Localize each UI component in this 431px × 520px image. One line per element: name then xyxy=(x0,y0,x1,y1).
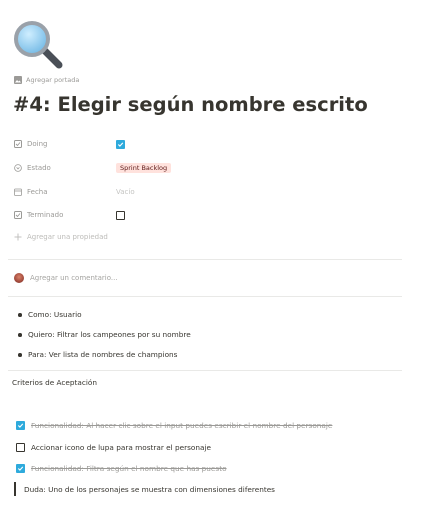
checkmark-icon xyxy=(17,423,24,428)
image-icon xyxy=(14,76,22,84)
property-name[interactable]: Fecha xyxy=(14,188,116,196)
add-property-button[interactable]: Agregar una propiedad xyxy=(14,233,108,241)
property-fecha: Fecha Vacío xyxy=(14,185,135,199)
bullet-list: Como: Usuario Quiero: Filtrar los campeo… xyxy=(16,308,191,368)
divider xyxy=(8,296,402,297)
quote-block[interactable]: Duda: Uno de los personajes se muestra c… xyxy=(14,482,275,496)
add-cover-button[interactable]: Agregar portada xyxy=(14,76,79,84)
quote-text: Duda: Uno de los personajes se muestra c… xyxy=(24,484,275,494)
todo-text: Funcionalidad: Al hacer clic sobre el in… xyxy=(31,420,333,430)
criteria-heading[interactable]: Criterios de Aceptación xyxy=(12,378,97,387)
todo-text: Accionar icono de lupa para mostrar el p… xyxy=(31,442,211,452)
doing-checkbox[interactable] xyxy=(116,139,125,149)
page-title[interactable]: #4: Elegir según nombre escrito xyxy=(13,93,368,116)
todo-checkbox[interactable] xyxy=(16,420,25,430)
checkmark-icon xyxy=(117,142,124,147)
checkbox-property-icon xyxy=(14,211,22,219)
checkmark-icon xyxy=(17,466,24,471)
terminado-checkbox[interactable] xyxy=(116,210,125,220)
todo-checkbox[interactable] xyxy=(16,442,25,452)
quote-bar xyxy=(14,482,16,496)
magnifying-glass-icon[interactable] xyxy=(12,20,66,70)
select-property-icon xyxy=(14,164,22,172)
todo-text: Funcionalidad: Filtra según el nombre qu… xyxy=(31,463,227,473)
property-name[interactable]: Doing xyxy=(14,140,116,148)
divider xyxy=(8,370,402,371)
list-item[interactable]: Quiero: Filtrar los campeones por su nom… xyxy=(16,328,191,348)
list-item[interactable]: Como: Usuario xyxy=(16,308,191,328)
list-item[interactable]: Para: Ver lista de nombres de champions xyxy=(16,348,191,368)
property-estado: Estado Sprint Backlog xyxy=(14,161,172,175)
add-cover-label: Agregar portada xyxy=(26,76,80,84)
notion-page: Agregar portada #4: Elegir según nombre … xyxy=(0,0,431,520)
plus-icon xyxy=(14,233,22,241)
todo-item[interactable]: Accionar icono de lupa para mostrar el p… xyxy=(16,440,211,454)
comment-placeholder: Agregar un comentario... xyxy=(30,274,118,282)
property-terminado: Terminado xyxy=(14,208,125,222)
property-name[interactable]: Terminado xyxy=(14,211,116,219)
date-value[interactable]: Vacío xyxy=(116,188,135,196)
property-name[interactable]: Estado xyxy=(14,164,116,172)
status-tag[interactable]: Sprint Backlog xyxy=(116,163,172,173)
calendar-icon xyxy=(14,188,22,196)
avatar xyxy=(14,273,24,283)
checkbox-property-icon xyxy=(14,140,22,148)
property-doing: Doing xyxy=(14,137,125,151)
todo-item[interactable]: Funcionalidad: Al hacer clic sobre el in… xyxy=(16,418,332,432)
todo-item[interactable]: Funcionalidad: Filtra según el nombre qu… xyxy=(16,461,227,475)
todo-checkbox[interactable] xyxy=(16,463,25,473)
comment-input[interactable]: Agregar un comentario... xyxy=(14,273,118,283)
divider xyxy=(8,259,402,260)
